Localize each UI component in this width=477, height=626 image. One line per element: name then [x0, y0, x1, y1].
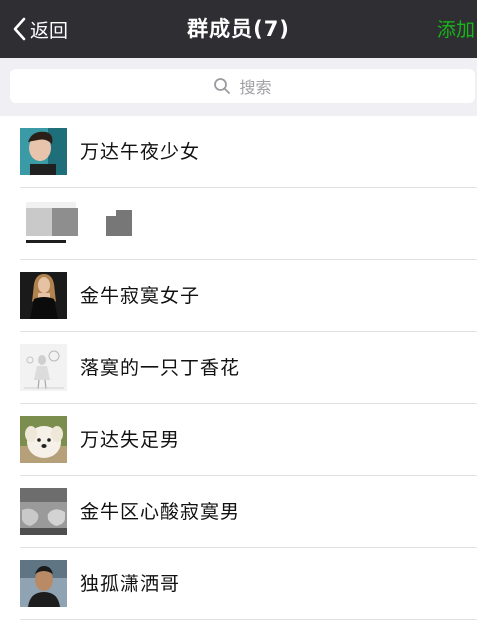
avatar-white-dog [20, 416, 67, 463]
member-name: 落寞的一只丁香花 [80, 357, 241, 379]
member-name: 万达午夜少女 [80, 141, 201, 163]
search-input[interactable]: 搜索 [10, 69, 475, 103]
navigation-bar: 返回 群成员(7) 添加 [0, 0, 477, 58]
avatar-sketch-girl [20, 344, 67, 391]
list-item[interactable]: 独孤潇洒哥 [0, 548, 477, 620]
list-item[interactable]: 落寞的一只丁香花 [0, 332, 477, 404]
list-item[interactable]: 万达失足男 [0, 404, 477, 476]
member-list: 万达午夜少女 金牛寂寞女子 落寞的一只丁香花 万达失足男 金牛区心酸寂寞男 独孤… [0, 116, 477, 626]
page-title: 群成员(7) [187, 17, 290, 41]
avatar-feet [20, 488, 67, 535]
search-placeholder: 搜索 [239, 78, 272, 97]
search-area: 搜索 [0, 58, 477, 116]
member-name: 独孤潇洒哥 [80, 573, 181, 595]
member-name: 金牛区心酸寂寞男 [80, 501, 241, 523]
member-name: 万达失足男 [80, 429, 181, 451]
list-item[interactable]: 金牛区心酸寂寞男 [0, 476, 477, 548]
avatar-woman-black-dress [20, 272, 67, 319]
list-item[interactable]: 万达午夜少女 [0, 116, 477, 188]
avatar-man-portrait [20, 560, 67, 607]
list-item[interactable] [0, 188, 477, 260]
list-item[interactable]: 金牛寂寞女子 [0, 260, 477, 332]
member-name: 金牛寂寞女子 [80, 285, 201, 307]
pixelated-mosaic [22, 202, 142, 246]
search-icon [214, 78, 231, 94]
avatar-young-man [20, 128, 67, 175]
divider [20, 619, 477, 620]
add-button[interactable]: 添加 [437, 16, 475, 44]
